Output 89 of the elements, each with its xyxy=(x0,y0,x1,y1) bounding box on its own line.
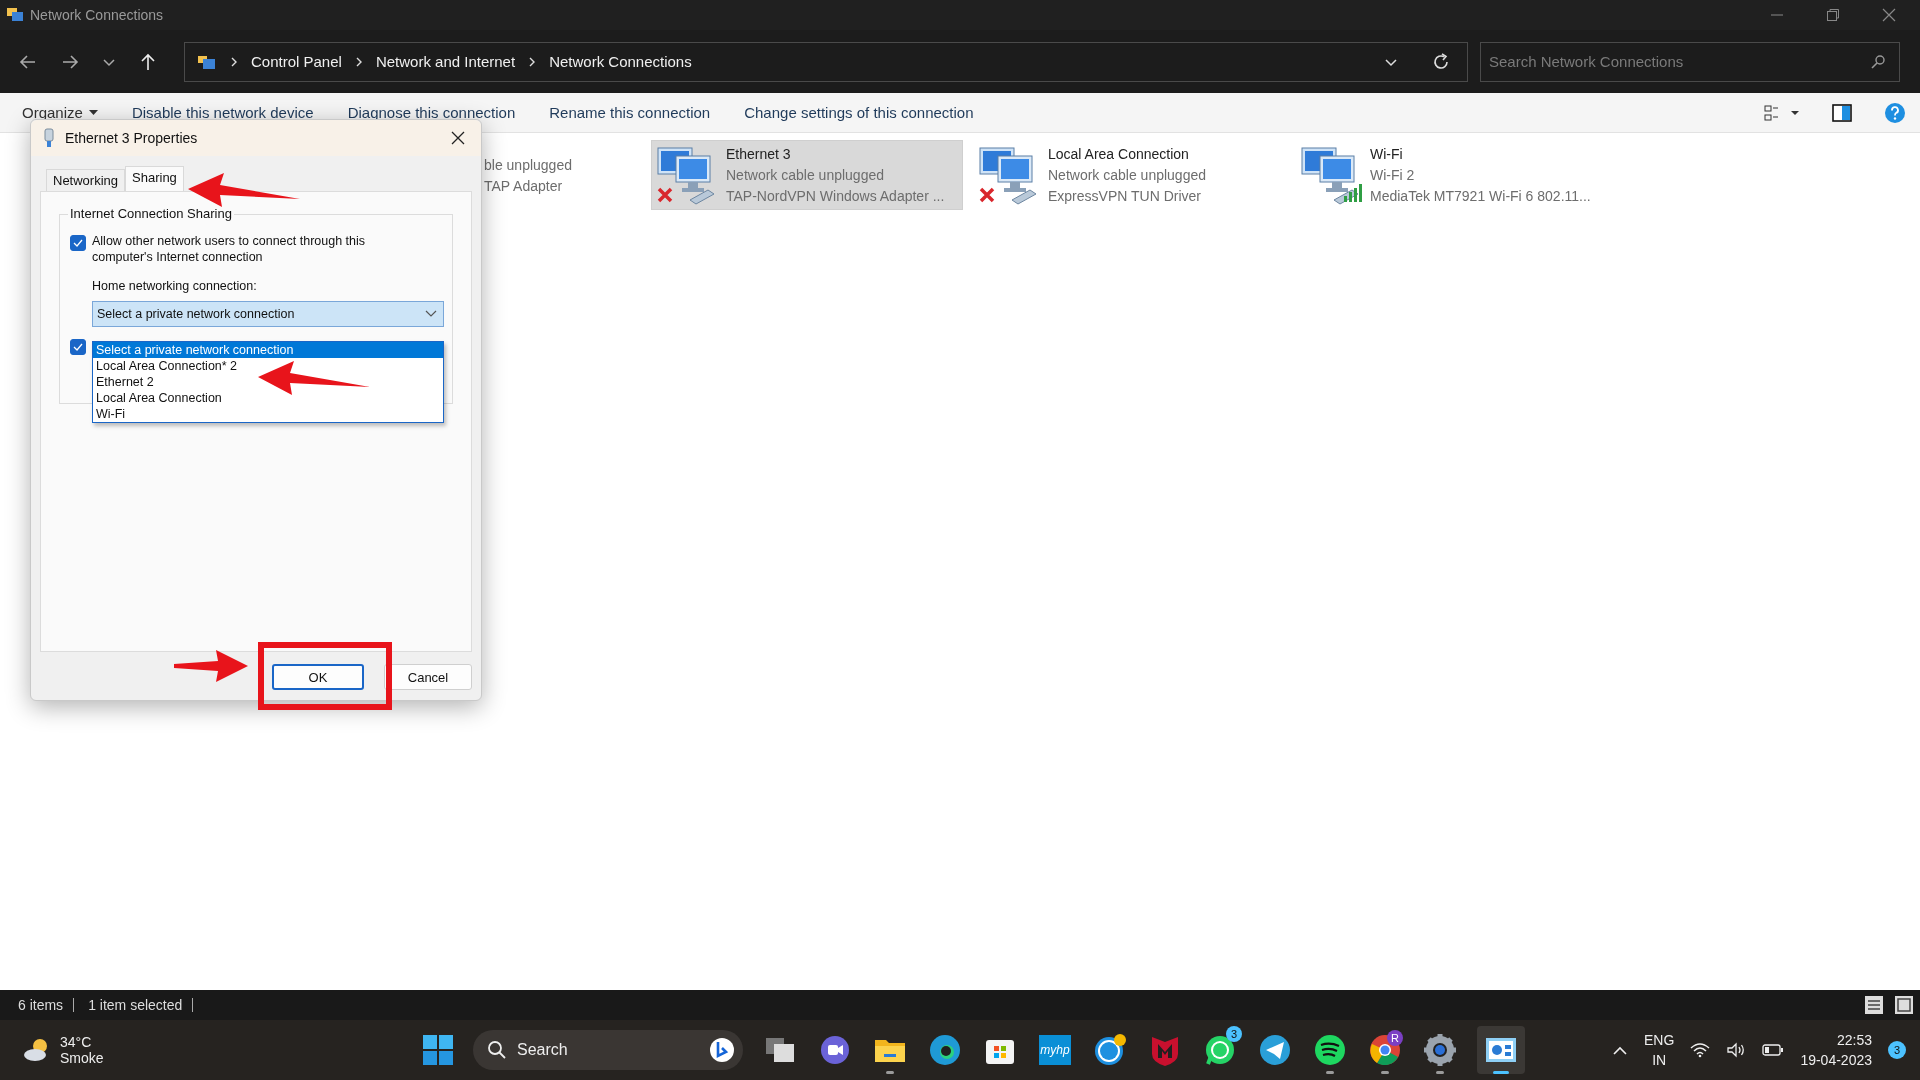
search-icon[interactable] xyxy=(1870,53,1886,70)
dropdown[interactable]: Select a private network connection xyxy=(92,301,444,327)
group-title: Internet Connection Sharing xyxy=(68,206,234,221)
running-indicator xyxy=(1436,1071,1444,1074)
breadcrumb-item[interactable]: Control Panel xyxy=(251,53,342,70)
connection-item[interactable]: Ethernet 3 Network cable unplugged TAP-NordVPN Windows Adapter ... xyxy=(652,141,962,209)
status-text: 6 items xyxy=(8,998,75,1012)
notification-badge: 3 xyxy=(1226,1026,1242,1042)
volume-icon[interactable] xyxy=(1726,1042,1747,1058)
profile-badge: R xyxy=(1387,1030,1403,1046)
connection-device: MediaTek MT7921 Wi-Fi 6 802.11... xyxy=(1370,187,1591,206)
help-icon xyxy=(1092,1032,1128,1068)
chevron-up-icon[interactable] xyxy=(1612,1045,1629,1055)
music-app-icon xyxy=(1312,1032,1348,1068)
connection-device: TAP-NordVPN Windows Adapter ... xyxy=(726,187,945,206)
dropdown-option[interactable]: Select a private network connection xyxy=(93,342,443,358)
dropdown-option[interactable]: Wi-Fi xyxy=(93,406,443,422)
breadcrumb-item[interactable]: Network Connections xyxy=(549,53,692,70)
browser-icon xyxy=(927,1032,963,1068)
help-icon[interactable] xyxy=(1884,101,1906,124)
network-adapter-icon xyxy=(43,128,55,148)
preview-pane-icon[interactable] xyxy=(1832,103,1852,122)
large-icons-view-icon[interactable] xyxy=(1894,995,1914,1015)
taskbar-button[interactable]: myhp xyxy=(1037,1026,1073,1074)
connection-status: Network cable unplugged xyxy=(726,166,885,185)
language-indicator[interactable]: ENG IN xyxy=(1644,1030,1675,1070)
notification-count[interactable]: 3 xyxy=(1888,1041,1906,1059)
details-view-icon[interactable] xyxy=(1864,995,1884,1015)
running-indicator xyxy=(886,1071,894,1074)
chevron-right-icon xyxy=(229,55,239,68)
clock[interactable]: 22:53 19-04-2023 xyxy=(1800,1030,1872,1070)
connection-status: Wi-Fi 2 xyxy=(1370,166,1416,185)
checkmark-icon xyxy=(73,343,83,351)
wifi-icon[interactable] xyxy=(1690,1042,1711,1058)
checkmark-icon xyxy=(73,239,83,247)
ok-button[interactable]: OK xyxy=(272,664,364,690)
window-title: Network Connections xyxy=(30,7,164,23)
checkbox-label: Allow other network users to connect through this computer's Internet connection xyxy=(92,233,367,265)
tab[interactable]: Networking xyxy=(46,169,126,191)
connection-device: ExpressVPN TUN Driver xyxy=(1048,187,1202,206)
connection-status: ble unplugged xyxy=(484,156,572,175)
breadcrumb-item[interactable]: Network and Internet xyxy=(375,53,516,70)
search-field[interactable]: Search Network Connections xyxy=(1480,41,1900,82)
app-logo: myhp xyxy=(1039,1035,1071,1065)
organize-menu[interactable]: Organize xyxy=(12,100,108,125)
taskbar-button[interactable]: R xyxy=(1367,1026,1403,1074)
connection-status: Network cable unplugged xyxy=(1048,166,1206,185)
taskbar-search[interactable]: Search xyxy=(473,1030,743,1070)
temperature: 34°C xyxy=(60,1034,93,1050)
command-link[interactable]: Rename this connection xyxy=(539,100,721,125)
chevron-down-icon xyxy=(425,310,437,318)
refresh-icon[interactable] xyxy=(1431,51,1451,72)
battery-icon[interactable] xyxy=(1762,1043,1785,1057)
connection-item[interactable]: Wi-Fi Wi-Fi 2 MediaTek MT7921 Wi-Fi 6 802.11... xyxy=(1296,141,1606,209)
connection-device: TAP Adapter xyxy=(484,177,564,196)
dropdown-option[interactable]: Local Area Connection xyxy=(93,390,443,406)
dropdown-option[interactable]: Local Area Connection* 2 xyxy=(93,358,443,374)
running-indicator xyxy=(1381,1071,1389,1074)
paper-plane-icon xyxy=(1257,1032,1293,1068)
start-icon[interactable] xyxy=(422,1034,454,1066)
search-icon xyxy=(487,1040,507,1060)
status-text: 1 item selected xyxy=(78,998,194,1012)
checkbox[interactable] xyxy=(70,339,86,355)
cancel-button[interactable]: Cancel xyxy=(384,664,472,690)
field-label: Home networking connection: xyxy=(92,279,258,293)
connection-name: Local Area Connection xyxy=(1048,145,1190,164)
close-icon[interactable] xyxy=(451,131,465,145)
caret-icon xyxy=(88,109,98,116)
running-indicator xyxy=(1493,1071,1509,1074)
running-indicator xyxy=(1326,1071,1334,1074)
weather-condition: Smoke xyxy=(60,1050,104,1066)
command-link[interactable]: Diagnose this connection xyxy=(337,100,526,125)
connection-name: Ethernet 3 xyxy=(726,145,792,164)
network-signal-icon xyxy=(1300,144,1364,206)
view-options-icon[interactable] xyxy=(1764,102,1800,123)
network-folder-icon xyxy=(6,6,24,24)
tab[interactable]: Sharing xyxy=(125,166,184,191)
connection-item[interactable]: Local Area Connection Network cable unplugged ExpressVPN TUN Driver xyxy=(974,141,1284,209)
restore-icon[interactable] xyxy=(1826,8,1840,22)
taskbar-button[interactable] xyxy=(1477,1026,1525,1074)
command-link[interactable]: Change settings of this connection xyxy=(734,100,984,125)
command-link[interactable]: Disable this network device xyxy=(121,100,324,125)
checkbox[interactable] xyxy=(70,235,86,251)
connection-name: Wi-Fi xyxy=(1370,145,1404,164)
dropdown-option[interactable]: Ethernet 2 xyxy=(93,374,443,390)
gear-icon xyxy=(1422,1032,1458,1068)
address-bar[interactable]: Control Panel Network and Internet Network Connections xyxy=(184,41,1468,82)
bing-logo-icon[interactable] xyxy=(709,1037,735,1063)
dialog-title: Ethernet 3 Properties xyxy=(65,130,198,146)
